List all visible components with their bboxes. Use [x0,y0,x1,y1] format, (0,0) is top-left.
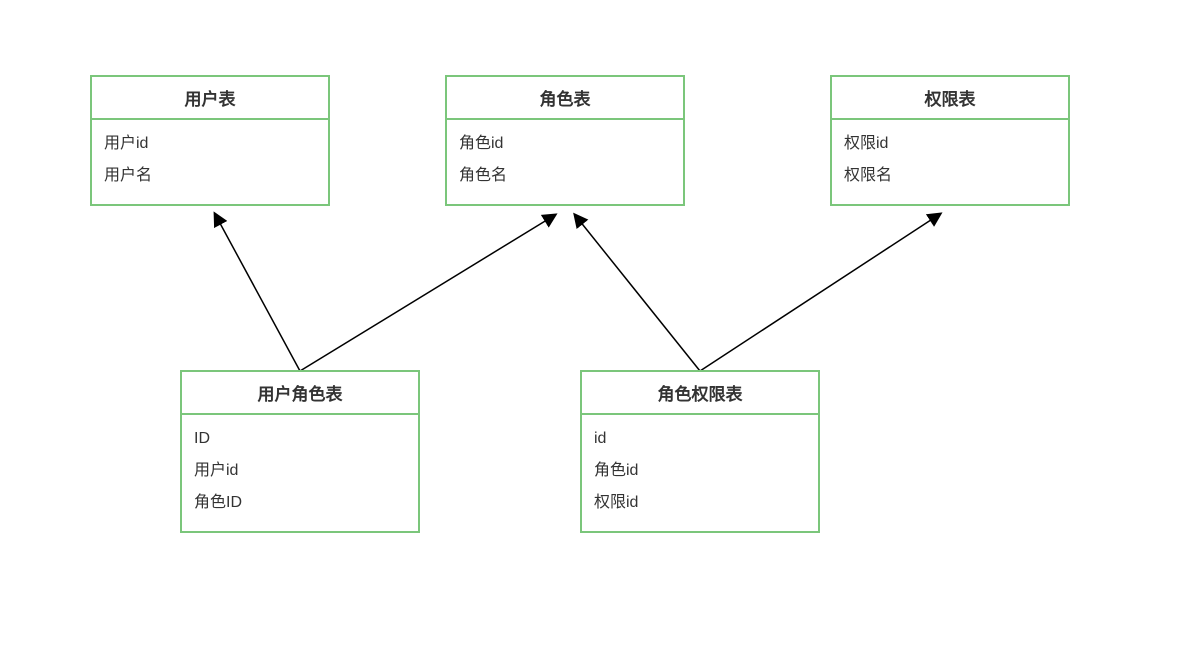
entity-rolepermission-field-0: id [594,423,806,455]
entity-user-body: 用户id 用户名 [92,120,328,204]
entity-userrole: 用户角色表 ID 用户id 角色ID [180,370,420,533]
entity-role-field-1: 角色名 [459,160,671,192]
entity-rolepermission-title: 角色权限表 [582,372,818,415]
entity-user-field-0: 用户id [104,128,316,160]
entity-permission-body: 权限id 权限名 [832,120,1068,204]
entity-role-title: 角色表 [447,77,683,120]
entity-user-title: 用户表 [92,77,328,120]
arrow-userrole-to-role [300,215,555,371]
entity-rolepermission: 角色权限表 id 角色id 权限id [580,370,820,533]
entity-userrole-title: 用户角色表 [182,372,418,415]
entity-user-field-1: 用户名 [104,160,316,192]
entity-userrole-field-0: ID [194,423,406,455]
entity-user: 用户表 用户id 用户名 [90,75,330,206]
arrow-userrole-to-user [215,214,300,371]
entity-rolepermission-field-2: 权限id [594,487,806,519]
er-diagram: 用户表 用户id 用户名 角色表 角色id 角色名 权限表 权限id 权限名 用… [0,0,1196,666]
entity-permission-field-1: 权限名 [844,160,1056,192]
entity-rolepermission-field-1: 角色id [594,455,806,487]
entity-userrole-field-2: 角色ID [194,487,406,519]
entity-rolepermission-body: id 角色id 权限id [582,415,818,531]
entity-role: 角色表 角色id 角色名 [445,75,685,206]
entity-permission-title: 权限表 [832,77,1068,120]
arrow-rolepermission-to-permission [700,214,940,371]
entity-role-body: 角色id 角色名 [447,120,683,204]
entity-userrole-body: ID 用户id 角色ID [182,415,418,531]
entity-role-field-0: 角色id [459,128,671,160]
arrow-rolepermission-to-role [575,215,700,371]
entity-userrole-field-1: 用户id [194,455,406,487]
entity-permission-field-0: 权限id [844,128,1056,160]
entity-permission: 权限表 权限id 权限名 [830,75,1070,206]
